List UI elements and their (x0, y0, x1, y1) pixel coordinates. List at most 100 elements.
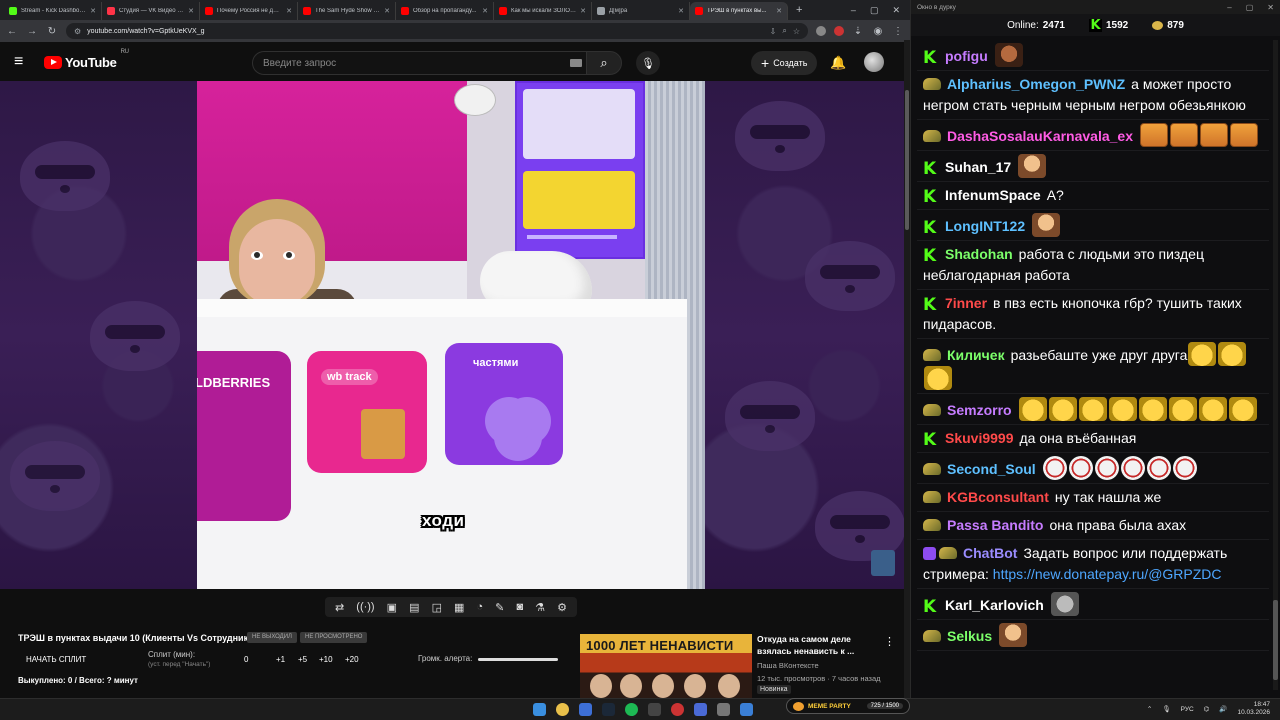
browser-tab[interactable]: ТРЭШ в пунктах вы... ✕ (690, 2, 788, 20)
browser-tab[interactable]: Студия — VK Видео Live ✕ (102, 2, 200, 20)
channel-watermark[interactable] (871, 550, 895, 576)
chat-message[interactable]: Second_Soul (917, 453, 1269, 484)
chat-message[interactable]: Passa Bandito она права была ахах (917, 512, 1269, 540)
site-info-icon[interactable]: ⚙ (74, 27, 81, 36)
chrome-icon[interactable] (556, 703, 569, 716)
create-button[interactable]: + Создать (751, 51, 818, 75)
hamburger-menu-icon[interactable]: ≡ (14, 53, 34, 71)
chat-message[interactable]: K Shadohan работа с людьми это пиздец небл… (917, 241, 1269, 290)
increment-button[interactable]: +5 (298, 655, 307, 664)
downloads-icon[interactable]: ⇣ (852, 26, 864, 37)
extension-icon[interactable] (816, 26, 826, 36)
chat-message[interactable]: Киличек разьебаште уже друг друга (917, 339, 1269, 394)
search-button[interactable]: ⌕ (586, 51, 622, 75)
url-text[interactable]: youtube.com/watch?v=GptkUeKVX_g (87, 28, 763, 35)
telegram-icon[interactable] (579, 703, 592, 716)
notifications-bell-icon[interactable]: 🔔 (830, 55, 846, 71)
browser-tab[interactable]: Обзор на пропаганду... ✕ (396, 2, 494, 20)
chat-username[interactable]: Suhan_17 (945, 159, 1011, 175)
chat-message[interactable]: K 7inner в пвз есть кнопочка гбр? тушить т… (917, 290, 1269, 339)
search-input[interactable] (252, 51, 586, 75)
chat-username[interactable]: Semzorro (947, 402, 1012, 418)
status-chip[interactable]: НЕ ПРОСМОТРЕНО (300, 632, 368, 643)
chat-message[interactable]: Semzorro (917, 394, 1269, 425)
recommended-title[interactable]: Откуда на самом деле взялась ненависть к… (757, 633, 879, 657)
chat-username[interactable]: InfenumSpace (945, 187, 1041, 203)
new-tab-icon[interactable]: + (788, 4, 810, 16)
recommended-channel[interactable]: Паша ВКонтексте (757, 661, 819, 670)
chat-message[interactable]: ChatBot Задать вопрос или поддержать стри… (917, 540, 1269, 589)
chat-username[interactable]: Selkus (947, 628, 992, 644)
app-icon[interactable] (648, 703, 661, 716)
chevron-up-icon[interactable]: ⌃ (1147, 705, 1152, 713)
chat-username[interactable]: DashaSosalauKarnavala_ex (947, 128, 1133, 144)
recommended-thumbnail[interactable]: 1000 ЛЕТ НЕНАВИСТИ (580, 634, 752, 698)
windows-start-icon[interactable] (533, 703, 546, 716)
browser-tab[interactable]: Д[м]ра ✕ (592, 2, 690, 20)
video-player[interactable]: LDBERRIES wb track частями ходи (0, 81, 904, 589)
install-icon[interactable]: ⇩ (770, 27, 777, 36)
browser-tab[interactable]: Stream - Kick Dashboard ✕ (4, 2, 102, 20)
omnibox[interactable]: ⚙ youtube.com/watch?v=GptkUeKVX_g ⇩ ⌕ ☆ (66, 23, 808, 39)
chat-message[interactable]: DashaSosalauKarnavala_ex (917, 120, 1269, 151)
tab-close-icon[interactable]: ✕ (188, 7, 194, 15)
chat-username[interactable]: Skuvi9999 (945, 430, 1014, 446)
chat-username[interactable]: ChatBot (963, 545, 1017, 561)
spotify-icon[interactable] (625, 703, 638, 716)
account-avatar[interactable] (864, 52, 884, 72)
chat-message[interactable]: K Karl_Karlovich (917, 589, 1269, 620)
chat-username[interactable]: Shadohan (945, 246, 1013, 262)
clock[interactable]: 18:47 10.03.2026 (1237, 701, 1270, 717)
tab-close-icon[interactable]: ✕ (90, 7, 96, 15)
bookmark-star-icon[interactable]: ☆ (793, 27, 800, 36)
chat-message[interactable]: Alpharius_Omegon_PWNZ а может просто негр… (917, 71, 1269, 120)
chat-username[interactable]: KGBconsultant (947, 489, 1049, 505)
tab-close-icon[interactable]: ✕ (286, 7, 292, 15)
chat-message[interactable]: KGBconsultant ну так нашла же (917, 484, 1269, 512)
increment-button[interactable]: +10 (319, 655, 333, 664)
meme-party-widget[interactable]: MEME PARTY 725 / 1500 (786, 698, 910, 714)
close-icon[interactable]: ✕ (1267, 3, 1274, 12)
chat-message[interactable]: K Suhan_17 (917, 151, 1269, 182)
extension-icon[interactable] (834, 26, 844, 36)
chat-username[interactable]: pofigu (945, 48, 988, 64)
maximize-icon[interactable]: ▢ (870, 5, 879, 16)
close-icon[interactable]: ✕ (892, 5, 900, 16)
chat-username[interactable]: Second_Soul (947, 461, 1036, 477)
chat-username[interactable]: Karl_Karlovich (945, 597, 1044, 613)
voice-search-button[interactable]: 🎙 (636, 51, 660, 75)
language-indicator[interactable]: РУС (1181, 706, 1194, 713)
youtube-logo[interactable]: YouTube RU (44, 49, 129, 70)
microphone-icon[interactable]: 🎙 (1162, 705, 1170, 713)
alert-volume-slider[interactable] (478, 658, 558, 661)
volume-icon[interactable]: 🔊 (1219, 705, 1227, 713)
chat-message[interactable]: K InfenumSpace А? (917, 182, 1269, 210)
maximize-icon[interactable]: ▢ (1246, 3, 1254, 12)
chat-message[interactable]: K Skuvi9999 да она въёбанная (917, 425, 1269, 453)
increment-button[interactable]: +20 (345, 655, 359, 664)
tab-close-icon[interactable]: ✕ (482, 7, 488, 15)
chat-username[interactable]: Passa Bandito (947, 517, 1043, 533)
minimize-icon[interactable]: – (851, 5, 856, 16)
chat-message[interactable]: Kpofigu (917, 40, 1269, 71)
keyboard-icon[interactable] (570, 59, 582, 67)
browser-tab[interactable]: Почему Россия не дает... ✕ (200, 2, 298, 20)
tab-close-icon[interactable]: ✕ (776, 7, 782, 15)
zoom-icon[interactable]: ⌕ (782, 26, 786, 36)
chat-message[interactable]: Selkus (917, 620, 1269, 651)
tab-close-icon[interactable]: ✕ (678, 7, 684, 15)
steam-icon[interactable] (602, 703, 615, 716)
browser-tab[interactable]: Как мы искали ЗОЛОТ... ✕ (494, 2, 592, 20)
chat-message-list[interactable]: Kpofigu Alpharius_Omegon_PWNZ а может прос… (917, 40, 1269, 690)
app-icon[interactable] (717, 703, 730, 716)
profile-icon[interactable]: ◉ (872, 26, 884, 37)
increment-button[interactable]: +1 (276, 655, 285, 664)
back-icon[interactable]: ← (6, 26, 18, 37)
chat-message[interactable]: K LongINT122 (917, 210, 1269, 241)
app-icon[interactable] (694, 703, 707, 716)
tab-close-icon[interactable]: ✕ (580, 7, 586, 15)
donate-link[interactable]: https://new.donatepay.ru/@GRPZDC (993, 566, 1222, 582)
chat-username[interactable]: 7inner (945, 295, 987, 311)
forward-icon[interactable]: → (26, 26, 38, 37)
minimize-icon[interactable]: – (1227, 3, 1231, 12)
